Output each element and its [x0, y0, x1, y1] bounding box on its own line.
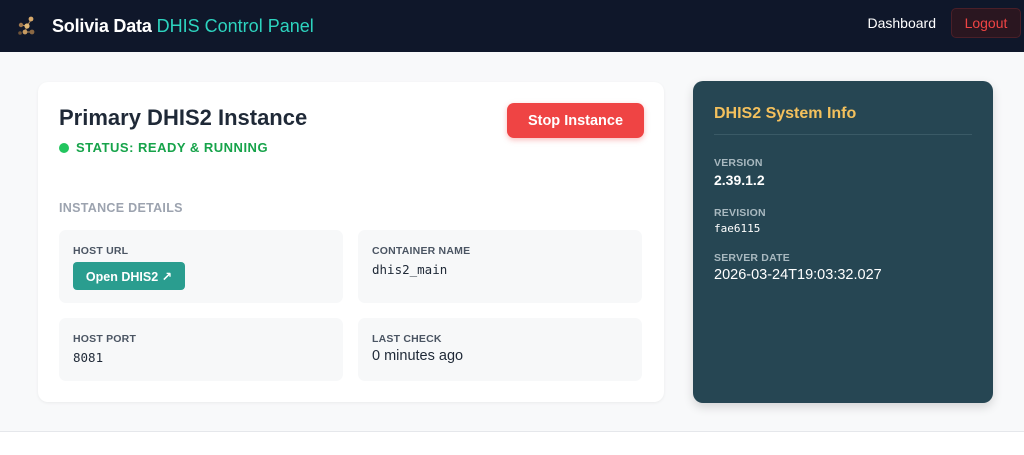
system-info-panel: DHIS2 System Info VERSION 2.39.1.2 REVIS… [693, 81, 993, 403]
instance-card: Primary DHIS2 Instance STATUS: READY & R… [38, 82, 664, 402]
navbar: Solivia Data DHIS Control Panel Dashboar… [0, 0, 1024, 52]
host-port-box: HOST PORT 8081 [59, 318, 343, 381]
version-value: 2.39.1.2 [714, 172, 765, 188]
dashboard-link[interactable]: Dashboard [868, 15, 937, 31]
last-check-label: LAST CHECK [372, 333, 442, 345]
revision-value: fae6115 [714, 222, 761, 235]
host-port-value: 8081 [73, 350, 104, 365]
server-date-label: SERVER DATE [714, 252, 790, 264]
last-check-box: LAST CHECK 0 minutes ago [358, 318, 642, 381]
container-name-value: dhis2_main [372, 262, 448, 277]
footer [0, 431, 1024, 455]
instance-title: Primary DHIS2 Instance [59, 105, 308, 130]
last-check-value: 0 minutes ago [372, 348, 464, 364]
brand-subtitle: DHIS Control Panel [156, 15, 314, 36]
logout-button[interactable]: Logout [951, 8, 1021, 38]
container-name-label: CONTAINER NAME [372, 245, 471, 257]
stop-instance-button[interactable]: Stop Instance [507, 103, 644, 138]
divider [714, 134, 972, 135]
host-url-label: HOST URL [73, 245, 129, 257]
revision-label: REVISION [714, 207, 766, 219]
brand-name: Solivia Data [52, 15, 152, 36]
server-date-value: 2026-03-24T19:03:32.027 [714, 267, 882, 283]
nav-actions: Dashboard Logout [868, 8, 1021, 38]
status-dot-icon [59, 142, 69, 153]
instance-details-heading: INSTANCE DETAILS [59, 201, 183, 215]
brand[interactable]: Solivia Data DHIS Control Panel [16, 15, 314, 37]
system-info-title: DHIS2 System Info [714, 105, 857, 122]
status-indicator: STATUS: READY & RUNNING [59, 140, 268, 155]
host-url-box: HOST URL Open DHIS2 ↗ [59, 230, 343, 303]
container-name-box: CONTAINER NAME dhis2_main [358, 230, 642, 303]
host-port-label: HOST PORT [73, 333, 137, 345]
network-nodes-icon [18, 16, 35, 35]
version-label: VERSION [714, 157, 763, 169]
status-text: STATUS: READY & RUNNING [76, 140, 269, 155]
open-dhis2-button[interactable]: Open DHIS2 ↗ [73, 262, 185, 290]
